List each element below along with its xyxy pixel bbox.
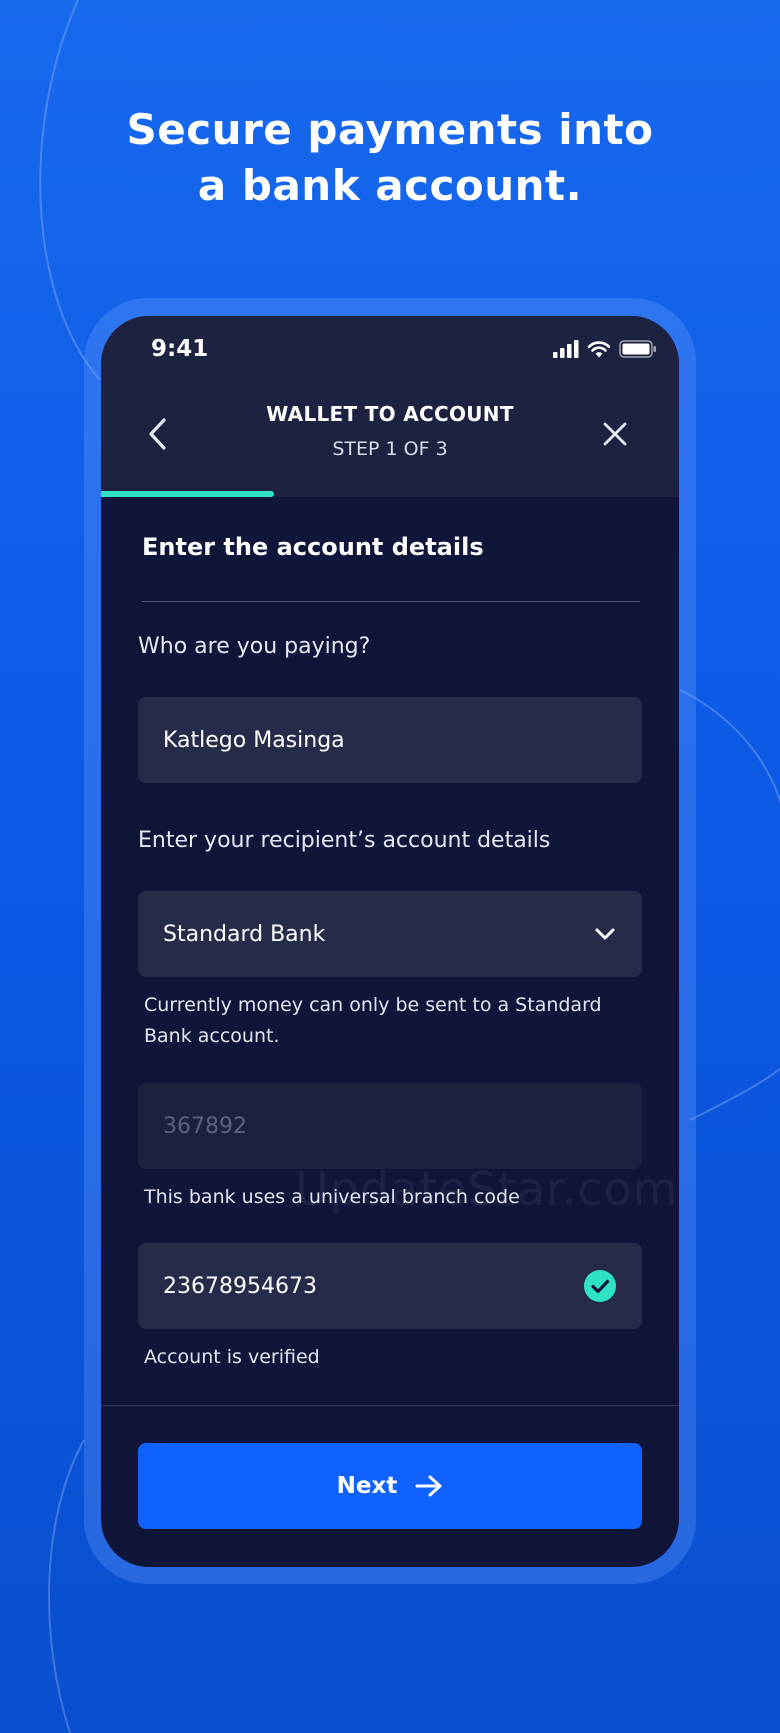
chevron-down-icon [595,928,615,940]
close-button[interactable] [601,420,629,448]
headline: Secure payments into a bank account. [0,102,780,214]
form-divider [142,601,640,602]
headline-line-2: a bank account. [197,161,583,210]
bank-helper-text: Currently money can only be sent to a St… [144,994,602,1047]
account-helper-text: Account is verified [144,1346,320,1368]
branch-helper-text: This bank uses a universal branch code [144,1186,520,1208]
phone-screen: 9:41 WALLET TO ACCOUNT STEP 1 OF 3 Enter… [101,316,679,1567]
next-button[interactable]: Next [138,1443,642,1529]
account-number-value: 23678954673 [163,1273,317,1299]
next-button-label: Next [336,1473,398,1499]
form-title: Enter the account details [142,533,484,561]
status-icons [553,340,657,358]
footer-divider [101,1405,679,1406]
battery-icon [619,340,656,358]
header-title: WALLET TO ACCOUNT [266,402,514,426]
branch-code-input: 367892 [138,1083,642,1169]
account-details-label: Enter your recipient’s account details [138,828,551,853]
verified-check-icon [584,1270,616,1302]
headline-line-1: Secure payments into [126,105,654,154]
wifi-icon [587,341,611,358]
payee-label: Who are you paying? [138,634,371,659]
header-step: STEP 1 OF 3 [332,438,448,460]
arrow-right-icon [415,1475,442,1497]
payee-value: Katlego Masinga [163,727,345,753]
signal-icon [553,340,579,358]
close-icon [603,422,627,446]
branch-code-value: 367892 [163,1113,247,1139]
account-number-input[interactable]: 23678954673 [138,1243,642,1329]
bank-select-value: Standard Bank [163,921,326,947]
bank-select[interactable]: Standard Bank [138,891,642,977]
progress-fill [101,491,275,497]
app-header: 9:41 WALLET TO ACCOUNT STEP 1 OF 3 [101,316,679,495]
progress-bar [101,491,679,497]
status-time: 9:41 [151,336,209,362]
payee-input[interactable]: Katlego Masinga [138,697,642,783]
